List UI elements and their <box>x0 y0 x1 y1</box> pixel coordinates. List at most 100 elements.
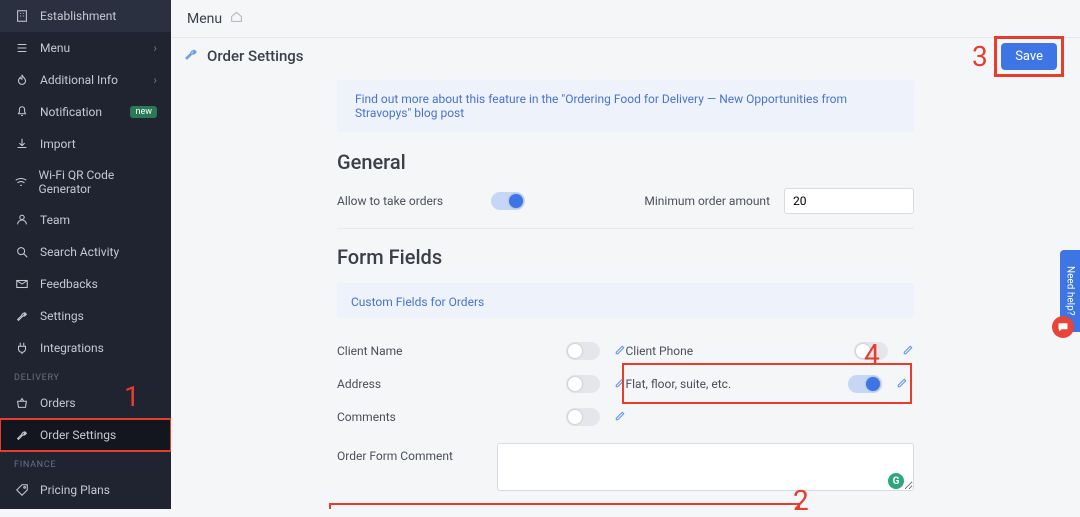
confirmation-details-row: Confirmation Details <box>331 505 798 509</box>
new-badge: new <box>130 106 157 118</box>
field-label: Address <box>337 377 552 391</box>
content: Find out more about this feature in the … <box>187 74 1064 509</box>
field-label: Flat, floor, suite, etc. <box>626 377 835 391</box>
user-icon <box>14 212 30 228</box>
field-flat-floor: Flat, floor, suite, etc. <box>626 367 909 400</box>
main: Menu Order Settings Save Find out more a… <box>171 0 1080 509</box>
grammarly-icon: G <box>888 473 904 489</box>
min-amount-input[interactable] <box>784 188 914 214</box>
order-form-comment-row: Order Form Comment G <box>337 443 914 495</box>
sidebar-item-label: Order Settings <box>40 428 116 442</box>
sidebar-item-establishment[interactable]: Establishment <box>0 0 171 32</box>
comment-label: Order Form Comment <box>337 443 477 463</box>
edit-icon[interactable] <box>614 341 626 360</box>
address-toggle[interactable] <box>566 375 600 393</box>
breadcrumb: Menu <box>171 0 1080 38</box>
flat-floor-toggle[interactable] <box>848 375 882 393</box>
edit-icon[interactable] <box>614 374 626 393</box>
search-icon <box>14 244 30 260</box>
info-banner: Find out more about this feature in the … <box>337 80 914 132</box>
min-amount-label: Minimum order amount <box>630 194 770 208</box>
sidebar-item-pricing-plans[interactable]: Pricing Plans <box>0 474 171 506</box>
download-icon <box>14 136 30 152</box>
sidebar-item-label: Menu <box>40 41 70 55</box>
allow-orders-toggle[interactable] <box>491 192 525 210</box>
sidebar-section-finance: FINANCE <box>0 451 171 474</box>
custom-fields-bar: Custom Fields for Orders <box>337 283 914 318</box>
field-grid: Client Name Address Comments <box>337 334 914 433</box>
sidebar: Establishment Menu › Additional Info › N… <box>0 0 171 509</box>
sidebar-item-label: Import <box>40 137 76 151</box>
field-comments: Comments <box>337 400 626 433</box>
sidebar-item-label: Additional Info <box>40 73 118 87</box>
field-address: Address <box>337 367 626 400</box>
sidebar-item-import[interactable]: Import <box>0 128 171 160</box>
sidebar-item-additional-info[interactable]: Additional Info › <box>0 64 171 96</box>
app-root: Establishment Menu › Additional Info › N… <box>0 0 1080 509</box>
comment-textarea[interactable] <box>497 443 914 491</box>
divider <box>337 228 914 229</box>
edit-icon[interactable] <box>614 407 626 426</box>
wifi-icon <box>14 174 28 190</box>
edit-icon[interactable] <box>902 341 914 360</box>
section-title-formfields: Form Fields <box>337 245 914 269</box>
annotation-2: 2 <box>793 484 809 517</box>
home-icon[interactable] <box>230 10 243 27</box>
wrench-icon <box>183 46 199 66</box>
sidebar-item-label: Integrations <box>40 341 104 355</box>
page-title: Order Settings <box>207 47 986 65</box>
comments-toggle[interactable] <box>566 408 600 426</box>
wrench-icon <box>14 427 30 443</box>
menu-icon <box>14 40 30 56</box>
sidebar-item-integrations[interactable]: Integrations <box>0 332 171 364</box>
annotation-box-3: Save <box>994 36 1064 77</box>
sidebar-item-order-settings[interactable]: Order Settings <box>0 419 171 451</box>
section-title-general: General <box>337 150 914 174</box>
chevron-right-icon: › <box>153 41 157 55</box>
building-icon <box>14 8 30 24</box>
sidebar-item-notification[interactable]: Notification new <box>0 96 171 128</box>
sidebar-item-label: Establishment <box>40 9 116 23</box>
field-client-name: Client Name <box>337 334 626 367</box>
sidebar-item-orders[interactable]: Orders <box>0 387 171 419</box>
page-header: Order Settings Save <box>171 38 1080 74</box>
sidebar-item-team[interactable]: Team <box>0 204 171 236</box>
sidebar-item-label: Orders <box>40 396 76 410</box>
mail-icon <box>14 276 30 292</box>
annotation-1: 1 <box>124 380 140 413</box>
sidebar-item-feedbacks[interactable]: Feedbacks <box>0 268 171 300</box>
banner-prefix: Find out more about this feature in the … <box>355 92 565 106</box>
row-general: Allow to take orders Minimum order amoun… <box>337 188 914 214</box>
wrench-icon <box>14 308 30 324</box>
sidebar-item-menu[interactable]: Menu › <box>0 32 171 64</box>
edit-icon[interactable] <box>896 374 908 393</box>
custom-fields-link[interactable]: Custom Fields for Orders <box>351 295 484 309</box>
sidebar-item-label: Wi-Fi QR Code Generator <box>38 168 157 196</box>
sidebar-item-label: Settings <box>40 309 84 323</box>
annotation-4: 4 <box>864 338 880 371</box>
chat-fab[interactable] <box>1052 316 1074 338</box>
breadcrumb-title[interactable]: Menu <box>187 11 222 27</box>
field-label: Client Name <box>337 344 552 358</box>
banner-suffix: " blog post <box>407 106 464 120</box>
sidebar-item-label: Team <box>40 213 70 227</box>
field-col-left: Client Name Address Comments <box>337 334 626 433</box>
sidebar-item-search-activity[interactable]: Search Activity <box>0 236 171 268</box>
tag-icon <box>14 482 30 498</box>
sidebar-section-delivery: DELIVERY <box>0 364 171 387</box>
sidebar-item-wifi-qr[interactable]: Wi-Fi QR Code Generator <box>0 160 171 204</box>
plug-icon <box>14 340 30 356</box>
save-button[interactable]: Save <box>1001 43 1057 70</box>
sidebar-item-settings[interactable]: Settings <box>0 300 171 332</box>
basket-icon <box>14 395 30 411</box>
chevron-right-icon: › <box>153 73 157 87</box>
bell-icon <box>14 104 30 120</box>
annotation-3: 3 <box>972 40 988 73</box>
field-label: Client Phone <box>626 344 841 358</box>
sidebar-item-label: Pricing Plans <box>40 483 110 497</box>
flame-icon <box>14 72 30 88</box>
client-name-toggle[interactable] <box>566 342 600 360</box>
sidebar-item-label: Notification <box>40 105 102 119</box>
allow-orders-label: Allow to take orders <box>337 194 477 208</box>
field-label: Comments <box>337 410 552 424</box>
